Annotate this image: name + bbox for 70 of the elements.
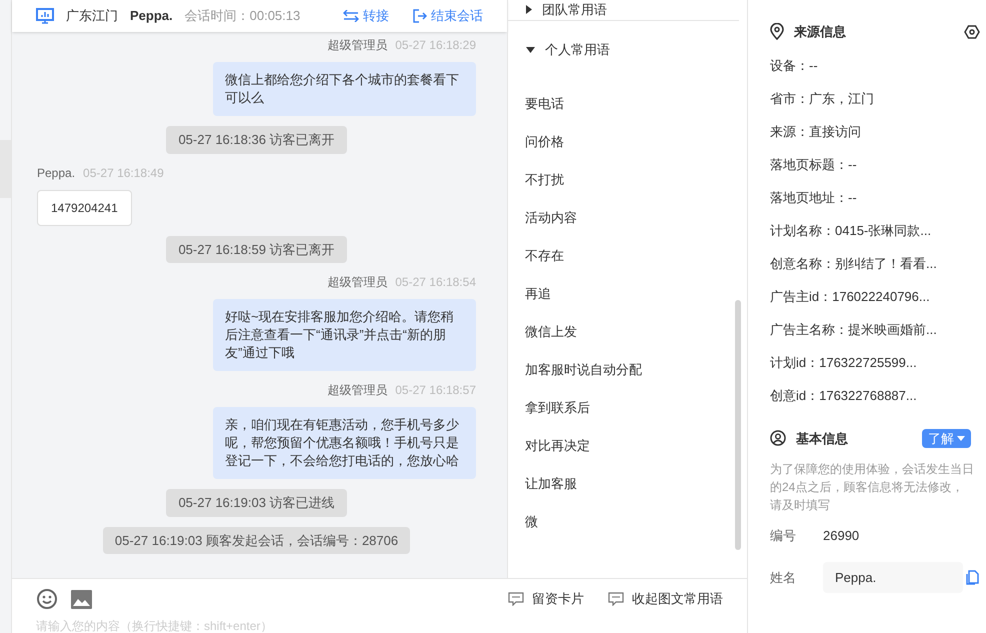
message-card-icon <box>608 592 624 606</box>
phrase-item[interactable]: 对比再决定 <box>525 426 747 464</box>
system-notice: 05-27 16:19:03 顾客发起会话，会话编号：28706 <box>102 526 410 554</box>
toolbar-button[interactable]: 留资卡片 <box>508 589 584 609</box>
section-title: 基本信息 <box>796 430 848 448</box>
field-value: 26990 <box>823 527 860 546</box>
sender-name: 超级管理员 <box>327 274 388 291</box>
info-field: 计划名称：0415-张琳同款... <box>770 214 980 248</box>
settings-icon[interactable] <box>964 24 980 40</box>
phrase-item[interactable]: 再追 <box>525 274 747 312</box>
swap-icon <box>343 10 359 22</box>
visitor-name: Peppa. <box>130 7 173 26</box>
location-pin-icon <box>770 23 784 40</box>
phrase-item[interactable]: 要电话 <box>525 84 747 122</box>
image-icon[interactable] <box>71 590 92 608</box>
field-label: 姓名 <box>770 568 797 587</box>
message-bubble: 微信上都给您介绍下各个城市的套餐看下可以么 <box>213 62 476 116</box>
exit-icon <box>413 9 427 23</box>
name-field[interactable]: Peppa. <box>823 562 963 593</box>
user-circle-icon <box>770 430 786 446</box>
sender-name: Peppa. <box>37 164 76 182</box>
info-field: 来源：直接访问 <box>770 116 980 148</box>
notice-text: 为了保障您的使用体验，会话发生当日的24点之后，顾客信息将无法修改，请及时填写 <box>770 461 975 514</box>
session-duration: 会话时间：00:05:13 <box>184 7 300 26</box>
emoji-icon[interactable] <box>36 588 58 610</box>
scrollbar[interactable] <box>735 300 741 550</box>
message-time: 05-27 16:18:49 <box>83 164 164 182</box>
sender-name: 超级管理员 <box>327 37 388 54</box>
caret-down-icon <box>526 46 535 52</box>
message-time: 05-27 16:18:54 <box>395 274 476 291</box>
phrase-group-header[interactable]: 团队常用语 <box>508 0 739 20</box>
transfer-button[interactable]: 转接 <box>343 6 389 26</box>
sender-name: 超级管理员 <box>327 382 388 399</box>
location-text: 广东江门 <box>66 7 118 26</box>
info-field: 设备：-- <box>770 50 980 82</box>
phrase-item[interactable]: 不存在 <box>525 236 747 274</box>
system-notice: 05-27 16:18:59 访客已离开 <box>166 236 347 263</box>
phrase-item[interactable]: 不打扰 <box>525 160 747 198</box>
copy-icon[interactable] <box>966 570 979 585</box>
info-field: 计划id：176322725599... <box>770 346 980 380</box>
phrase-item[interactable]: 拿到联系后 <box>525 388 747 426</box>
info-field: 广告主名称：提米映画婚前... <box>770 314 980 346</box>
message-bubble: 1479204241 <box>37 190 132 226</box>
phrase-item[interactable]: 问价格 <box>525 122 747 160</box>
message-time: 05-27 16:18:29 <box>395 37 476 54</box>
phrase-item[interactable]: 让加客服 <box>525 464 747 502</box>
caret-right-icon <box>526 5 532 14</box>
caret-down-icon <box>957 436 965 441</box>
phrase-group-header[interactable]: 个人常用语 <box>508 20 747 78</box>
end-session-button[interactable]: 结束会话 <box>413 6 483 26</box>
system-notice: 05-27 16:19:03 访客已进线 <box>166 489 347 516</box>
section-title: 来源信息 <box>794 23 846 41</box>
message-card-icon <box>508 592 524 606</box>
field-label: 编号 <box>770 527 797 546</box>
info-field: 创意名称：别纠结了！看看... <box>770 248 980 280</box>
message-time: 05-27 16:18:57 <box>395 382 476 399</box>
phrase-item[interactable]: 加客服时说自动分配 <box>525 350 747 388</box>
info-field: 创意id：176322768887... <box>770 380 980 412</box>
info-field: 省市：广东，江门 <box>770 82 980 116</box>
phrase-item[interactable]: 活动内容 <box>525 198 747 236</box>
info-field: 广告主id：176022240796... <box>770 280 980 314</box>
message-bubble: 亲，咱们现在有钜惠活动，您手机号多少呢，帮您预留个优惠名额哦！手机号只是登记一下，不会给您打电话的，您放心哈 <box>213 407 476 479</box>
monitor-icon <box>36 8 54 24</box>
system-notice: 05-27 16:18:36 访客已离开 <box>166 126 347 154</box>
info-field: 落地页地址：-- <box>770 182 980 214</box>
phrase-item[interactable]: 微信上发 <box>525 312 747 350</box>
toolbar-button[interactable]: 收起图文常用语 <box>608 589 723 609</box>
message-bubble: 好哒~现在安排客服加您介绍哈。请您稍后注意查看一下“通讯录”并点击“新的朋友”通过下哦 <box>213 299 476 371</box>
phrase-item[interactable]: 微 <box>525 502 747 540</box>
info-field: 落地页标题：-- <box>770 148 980 182</box>
